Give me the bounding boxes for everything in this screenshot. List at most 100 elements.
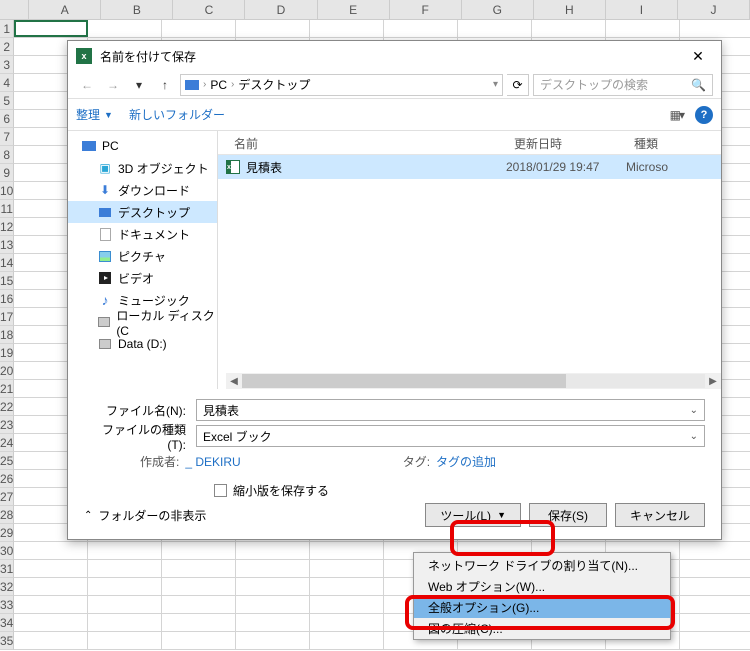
col-header[interactable]: E (318, 0, 390, 19)
row-header[interactable]: 24 (0, 434, 14, 452)
menu-item[interactable]: 全般オプション(G)... (414, 597, 670, 618)
filetype-select[interactable]: Excel ブック⌄ (196, 425, 705, 447)
help-button[interactable]: ? (695, 106, 713, 124)
back-button[interactable]: ← (76, 74, 98, 96)
up-button[interactable]: ↑ (154, 74, 176, 96)
row-header[interactable]: 5 (0, 92, 14, 110)
row-header[interactable]: 32 (0, 578, 14, 596)
row-header[interactable]: 19 (0, 344, 14, 362)
row-header[interactable]: 3 (0, 56, 14, 74)
path-segment-pc[interactable]: PC (210, 78, 227, 92)
file-list[interactable]: 名前 更新日時 種類 x見積表2018/01/29 19:47Microso ◀… (218, 131, 721, 389)
row-header[interactable]: 21 (0, 380, 14, 398)
tools-menu: ネットワーク ドライブの割り当て(N)...Web オプション(W)...全般オ… (413, 552, 671, 640)
row-header[interactable]: 11 (0, 200, 14, 218)
new-folder-button[interactable]: 新しいフォルダー (129, 106, 225, 123)
row-header[interactable]: 35 (0, 632, 14, 650)
row-header[interactable]: 16 (0, 290, 14, 308)
address-bar: ← → ▾ ↑ › PC › デスクトップ ▾ ⟳ デスクトップの検索 🔍 (68, 71, 721, 99)
tree-item[interactable]: デスクトップ (68, 201, 217, 223)
row-header[interactable]: 28 (0, 506, 14, 524)
pc-icon (185, 80, 199, 90)
author-label: 作成者: (140, 453, 179, 470)
row-header[interactable]: 4 (0, 74, 14, 92)
row-header[interactable]: 33 (0, 596, 14, 614)
row-header[interactable]: 7 (0, 128, 14, 146)
thumbnail-checkbox[interactable] (214, 484, 227, 497)
path-segment-location[interactable]: デスクトップ (238, 76, 310, 93)
row-header[interactable]: 27 (0, 488, 14, 506)
col-header[interactable]: C (173, 0, 245, 19)
search-input[interactable]: デスクトップの検索 🔍 (533, 74, 713, 96)
hide-folders-button[interactable]: ⌃ フォルダーの非表示 (84, 507, 206, 524)
tree-item[interactable]: ⬇ダウンロード (68, 179, 217, 201)
tree-item[interactable]: ローカル ディスク (C (68, 311, 217, 333)
row-header[interactable]: 25 (0, 452, 14, 470)
row-header[interactable]: 2 (0, 38, 14, 56)
excel-icon: x (76, 48, 92, 64)
col-header[interactable]: J (678, 0, 750, 19)
row-header[interactable]: 31 (0, 560, 14, 578)
titlebar: x 名前を付けて保存 ✕ (68, 41, 721, 71)
tree-item[interactable]: ▣3D オブジェクト (68, 157, 217, 179)
horizontal-scrollbar[interactable]: ◀ ▶ (226, 373, 721, 389)
tag-label: タグ: (403, 453, 430, 470)
filetype-label: ファイルの種類(T): (84, 421, 190, 452)
row-header[interactable]: 29 (0, 524, 14, 542)
row-header[interactable]: 30 (0, 542, 14, 560)
row-header[interactable]: 22 (0, 398, 14, 416)
filename-label: ファイル名(N): (84, 402, 190, 419)
refresh-button[interactable]: ⟳ (507, 74, 529, 96)
recent-button[interactable]: ▾ (128, 74, 150, 96)
view-button[interactable]: ▦▾ (670, 108, 683, 122)
col-header[interactable]: F (390, 0, 462, 19)
file-list-header[interactable]: 名前 更新日時 種類 (218, 131, 721, 155)
row-header[interactable]: 20 (0, 362, 14, 380)
cancel-button[interactable]: キャンセル (615, 503, 705, 527)
col-header[interactable]: G (462, 0, 534, 19)
tree-item-pc[interactable]: PC (68, 135, 217, 157)
author-value[interactable]: _ DEKIRU (185, 455, 240, 469)
search-placeholder: デスクトップの検索 (540, 76, 691, 93)
row-header[interactable]: 6 (0, 110, 14, 128)
folder-tree[interactable]: PC ▣3D オブジェクト⬇ダウンロードデスクトップドキュメントピクチャビデオ♪… (68, 131, 218, 389)
row-header[interactable]: 9 (0, 164, 14, 182)
row-header[interactable]: 14 (0, 254, 14, 272)
menu-item[interactable]: 図の圧縮(C)... (414, 618, 670, 639)
row-header[interactable]: 15 (0, 272, 14, 290)
tree-item[interactable]: ビデオ (68, 267, 217, 289)
row-header[interactable]: 26 (0, 470, 14, 488)
col-header[interactable]: I (606, 0, 678, 19)
tools-button[interactable]: ツール(L)▼ (425, 503, 521, 527)
forward-button[interactable]: → (102, 74, 124, 96)
tag-value[interactable]: タグの追加 (436, 453, 496, 470)
menu-item[interactable]: ネットワーク ドライブの割り当て(N)... (414, 555, 670, 576)
toolbar: 整理▼ 新しいフォルダー ▦▾ ? (68, 99, 721, 131)
row-header[interactable]: 17 (0, 308, 14, 326)
row-header[interactable]: 10 (0, 182, 14, 200)
col-header[interactable]: D (245, 0, 317, 19)
col-header[interactable]: B (101, 0, 173, 19)
thumbnail-label[interactable]: 縮小版を保存する (233, 482, 329, 499)
path-input[interactable]: › PC › デスクトップ ▾ (180, 74, 503, 96)
save-as-dialog: x 名前を付けて保存 ✕ ← → ▾ ↑ › PC › デスクトップ ▾ ⟳ デ… (67, 40, 722, 540)
menu-item[interactable]: Web オプション(W)... (414, 576, 670, 597)
tree-item[interactable]: ピクチャ (68, 245, 217, 267)
dialog-title: 名前を付けて保存 (100, 48, 683, 65)
organize-button[interactable]: 整理▼ (76, 106, 113, 123)
filename-input[interactable]: 見積表⌄ (196, 399, 705, 421)
row-header[interactable]: 8 (0, 146, 14, 164)
col-header[interactable]: A (29, 0, 101, 19)
row-header[interactable]: 18 (0, 326, 14, 344)
col-header[interactable]: H (534, 0, 606, 19)
row-header[interactable]: 13 (0, 236, 14, 254)
row-header[interactable]: 12 (0, 218, 14, 236)
row-header[interactable]: 23 (0, 416, 14, 434)
save-button[interactable]: 保存(S) (529, 503, 607, 527)
search-icon: 🔍 (691, 78, 706, 92)
file-row[interactable]: x見積表2018/01/29 19:47Microso (218, 155, 721, 179)
close-button[interactable]: ✕ (683, 48, 713, 65)
row-header[interactable]: 34 (0, 614, 14, 632)
row-header[interactable]: 1 (0, 20, 14, 38)
tree-item[interactable]: ドキュメント (68, 223, 217, 245)
